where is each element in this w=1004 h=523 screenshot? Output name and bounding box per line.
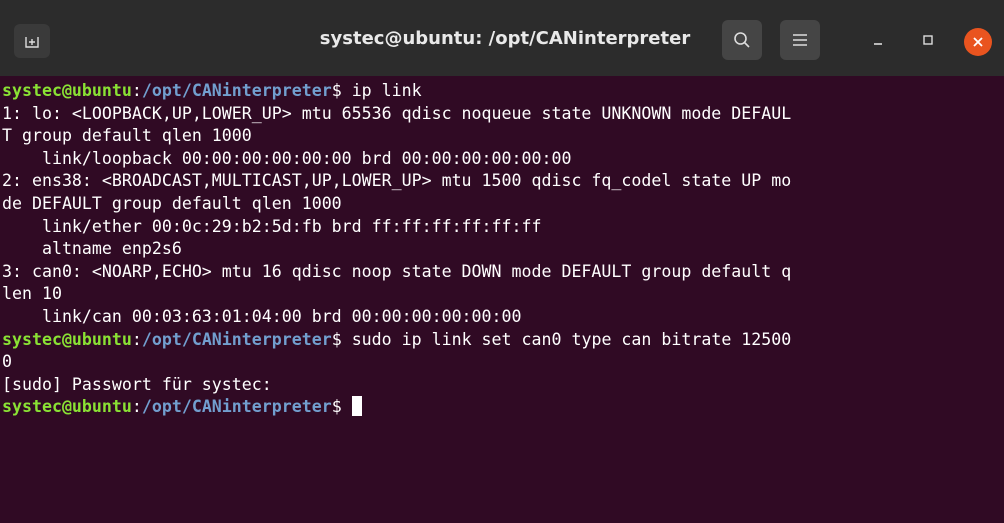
window-title: systec@ubuntu: /opt/CANinterpreter bbox=[319, 28, 691, 49]
new-tab-button[interactable] bbox=[14, 24, 50, 58]
hamburger-menu-icon bbox=[793, 34, 807, 46]
output-line: len 10 bbox=[2, 284, 62, 304]
output-line: link/ether 00:0c:29:b2:5d:fb brd ff:ff:f… bbox=[2, 216, 542, 236]
text-cursor bbox=[351, 396, 362, 417]
prompt-path: /opt/CANinterpreter bbox=[141, 81, 332, 100]
prompt-separator: : bbox=[131, 81, 142, 100]
output-line: 0 bbox=[2, 352, 12, 372]
terminal-window: systec@ubuntu: /opt/CANinterpreter syste… bbox=[0, 0, 1004, 523]
minimize-button[interactable] bbox=[866, 28, 890, 52]
prompt-line: systec@ubuntu:/opt/CANinterpreter$ bbox=[2, 396, 1002, 419]
prompt-user-host: systec@ubuntu bbox=[2, 397, 132, 417]
output-line: 1: lo: <LOOPBACK,UP,LOWER_UP> mtu 65536 … bbox=[2, 103, 792, 123]
prompt-symbol: $ bbox=[331, 397, 352, 417]
prompt-line: systec@ubuntu:/opt/CANinterpreter$ ip li… bbox=[2, 80, 1002, 103]
terminal-output[interactable]: systec@ubuntu:/opt/CANinterpreter$ ip li… bbox=[2, 80, 1002, 523]
output-line: link/loopback 00:00:00:00:00:00 brd 00:0… bbox=[2, 148, 572, 168]
output-line: 3: can0: <NOARP,ECHO> mtu 16 qdisc noop … bbox=[2, 261, 792, 281]
prompt-separator: : bbox=[131, 397, 142, 417]
close-icon bbox=[973, 37, 983, 47]
output-line: T group default qlen 1000 bbox=[2, 126, 252, 146]
command-text: sudo ip link set can0 type can bitrate 1… bbox=[351, 329, 792, 349]
prompt-user-host: systec@ubuntu bbox=[2, 81, 132, 100]
close-button[interactable] bbox=[964, 28, 992, 56]
prompt-separator: : bbox=[131, 329, 142, 349]
command-text: ip link bbox=[351, 81, 422, 100]
prompt-user-host: systec@ubuntu bbox=[2, 329, 132, 349]
minimize-icon bbox=[874, 43, 882, 45]
prompt-line: systec@ubuntu:/opt/CANinterpreter$ sudo … bbox=[2, 329, 1002, 352]
prompt-symbol: $ bbox=[331, 81, 352, 100]
output-line: 2: ens38: <BROADCAST,MULTICAST,UP,LOWER_… bbox=[2, 171, 792, 191]
menu-button[interactable] bbox=[780, 20, 820, 60]
output-line: link/can 00:03:63:01:04:00 brd 00:00:00:… bbox=[2, 306, 522, 326]
maximize-button[interactable] bbox=[916, 28, 940, 52]
search-icon bbox=[734, 32, 750, 48]
output-line: altname enp2s6 bbox=[2, 239, 182, 259]
output-line: [sudo] Passwort für systec: bbox=[2, 374, 272, 394]
search-button[interactable] bbox=[722, 20, 762, 60]
title-bar: systec@ubuntu: /opt/CANinterpreter bbox=[0, 0, 1004, 76]
prompt-symbol: $ bbox=[331, 329, 352, 349]
new-tab-icon bbox=[25, 37, 39, 48]
prompt-path: /opt/CANinterpreter bbox=[141, 397, 332, 417]
prompt-path: /opt/CANinterpreter bbox=[141, 329, 332, 349]
maximize-icon bbox=[923, 35, 933, 45]
output-line: de DEFAULT group default qlen 1000 bbox=[2, 193, 342, 213]
